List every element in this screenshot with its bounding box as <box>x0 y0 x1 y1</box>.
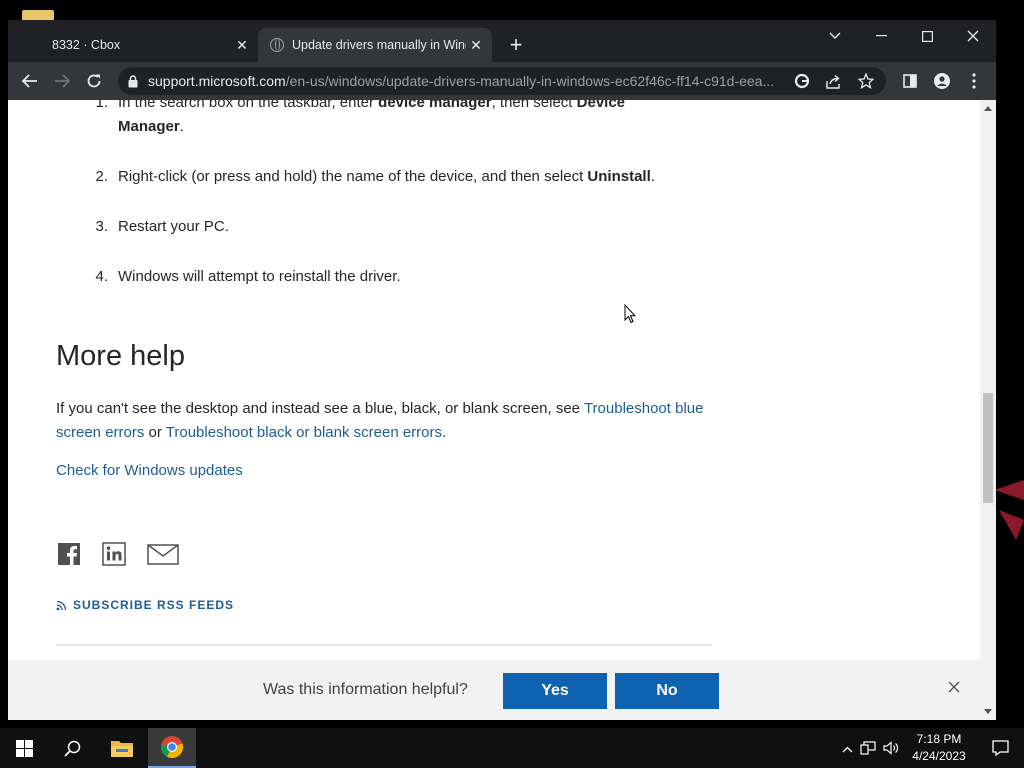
step-text-part: In the search box on the taskbar, enter <box>118 100 379 111</box>
reload-button[interactable] <box>80 68 108 94</box>
step-number: 3. <box>95 218 108 235</box>
help-text: If you can't see the desktop and instead… <box>56 400 584 417</box>
close-feedback-icon[interactable] <box>948 680 960 698</box>
action-center-icon <box>991 740 1009 756</box>
browser-window: 8332 · Cbox ✕ Update drivers manually in… <box>8 20 996 720</box>
browser-toolbar: support.microsoft.com/en-us/windows/upda… <box>8 62 996 100</box>
clock-time: 7:18 PM <box>916 732 962 746</box>
scrollbar-thumb[interactable] <box>983 393 993 503</box>
windows-logo-icon <box>15 739 33 757</box>
step-text-part: Right-click (or press and hold) the name… <box>118 168 588 185</box>
menu-kebab-icon[interactable] <box>960 68 988 94</box>
minimize-button[interactable] <box>858 20 904 52</box>
tab-cbox[interactable]: 8332 · Cbox ✕ <box>38 28 258 62</box>
close-tab-icon[interactable]: ✕ <box>466 35 486 55</box>
maximize-button[interactable] <box>904 20 950 52</box>
forward-button[interactable] <box>48 68 76 94</box>
url-host: support.microsoft.com <box>148 73 286 89</box>
mouse-cursor-icon <box>624 304 636 324</box>
feedback-yes-button[interactable]: Yes <box>503 673 607 709</box>
step-number: 1. <box>95 100 108 111</box>
system-tray <box>838 728 902 768</box>
url-path: /en-us/windows/update-drivers-manually-i… <box>285 73 775 89</box>
linkedin-icon[interactable] <box>102 542 126 566</box>
divider <box>56 644 712 646</box>
scroll-down-arrow[interactable] <box>984 709 992 714</box>
close-tab-icon[interactable]: ✕ <box>232 35 252 55</box>
feedback-no-button[interactable]: No <box>615 673 719 709</box>
scroll-up-arrow[interactable] <box>984 106 992 111</box>
folder-icon <box>111 741 133 757</box>
tab-label: Update drivers manually in Windo <box>292 38 466 52</box>
url-text[interactable]: support.microsoft.com/en-us/windows/upda… <box>148 73 786 89</box>
globe-icon <box>270 38 284 52</box>
mail-icon[interactable] <box>147 542 179 566</box>
step-text: Restart your PC. <box>118 218 229 235</box>
back-button[interactable] <box>16 68 44 94</box>
new-tab-button[interactable]: + <box>504 34 528 58</box>
step-text: Right-click (or press and hold) the name… <box>118 165 678 189</box>
chrome-taskbar-button[interactable] <box>148 728 196 768</box>
network-icon[interactable] <box>856 741 880 755</box>
lock-icon[interactable] <box>118 74 148 88</box>
tab-search-icon[interactable] <box>812 20 858 52</box>
page-content: 1. In the search box on the taskbar, ent… <box>8 100 980 720</box>
step-number: 4. <box>95 268 108 285</box>
share-icon[interactable] <box>818 74 850 89</box>
step-bold: device manager <box>378 100 492 111</box>
help-text: or <box>144 424 166 441</box>
step-text-part: . <box>179 118 184 135</box>
profile-avatar-icon[interactable] <box>928 68 956 94</box>
tab-label: 8332 · Cbox <box>52 38 121 52</box>
check-windows-updates-link[interactable]: Check for Windows updates <box>56 462 243 479</box>
step-text-part: . <box>650 168 655 185</box>
page-scrollbar[interactable] <box>980 100 996 720</box>
help-text: . <box>442 424 447 441</box>
help-paragraph: If you can't see the desktop and instead… <box>56 397 716 445</box>
rss-label: SUBSCRIBE RSS FEEDS <box>73 598 235 612</box>
google-lens-icon[interactable] <box>786 73 818 89</box>
more-help-heading: More help <box>56 340 185 372</box>
close-window-button[interactable] <box>950 20 996 52</box>
bookmark-star-icon[interactable] <box>850 73 882 89</box>
feedback-question: Was this information helpful? <box>263 681 468 698</box>
address-bar[interactable]: support.microsoft.com/en-us/windows/upda… <box>118 67 886 95</box>
search-button[interactable] <box>48 728 96 768</box>
step-text-part: , then select <box>491 100 577 111</box>
facebook-icon[interactable] <box>57 542 81 566</box>
subscribe-rss-link[interactable]: SUBSCRIBE RSS FEEDS <box>56 598 234 612</box>
show-hidden-icons[interactable] <box>838 741 856 756</box>
volume-icon[interactable] <box>880 741 902 755</box>
notifications-button[interactable] <box>976 728 1024 768</box>
wallpaper-streak <box>994 480 1024 540</box>
chrome-icon <box>160 736 184 759</box>
tab-update-drivers[interactable]: Update drivers manually in Windo ✕ <box>258 28 492 62</box>
tab-strip: 8332 · Cbox ✕ Update drivers manually in… <box>8 20 996 62</box>
side-panel-icon[interactable] <box>896 68 924 94</box>
troubleshoot-black-screen-link[interactable]: Troubleshoot black or blank screen error… <box>166 424 442 441</box>
step-bold: Uninstall <box>587 168 651 185</box>
search-icon <box>63 740 80 757</box>
clock-date: 4/24/2023 <box>912 749 966 763</box>
rss-icon <box>56 600 67 610</box>
step-text: Windows will attempt to reinstall the dr… <box>118 268 401 285</box>
feedback-bar: Was this information helpful? Yes No <box>8 660 980 720</box>
step-text: In the search box on the taskbar, enter … <box>118 100 678 139</box>
step-number: 2. <box>95 168 108 185</box>
start-button[interactable] <box>0 728 48 768</box>
taskbar: 7:18 PM 4/24/2023 <box>0 728 1024 768</box>
taskbar-clock[interactable]: 7:18 PM 4/24/2023 <box>908 731 970 765</box>
file-explorer-button[interactable] <box>98 728 146 768</box>
